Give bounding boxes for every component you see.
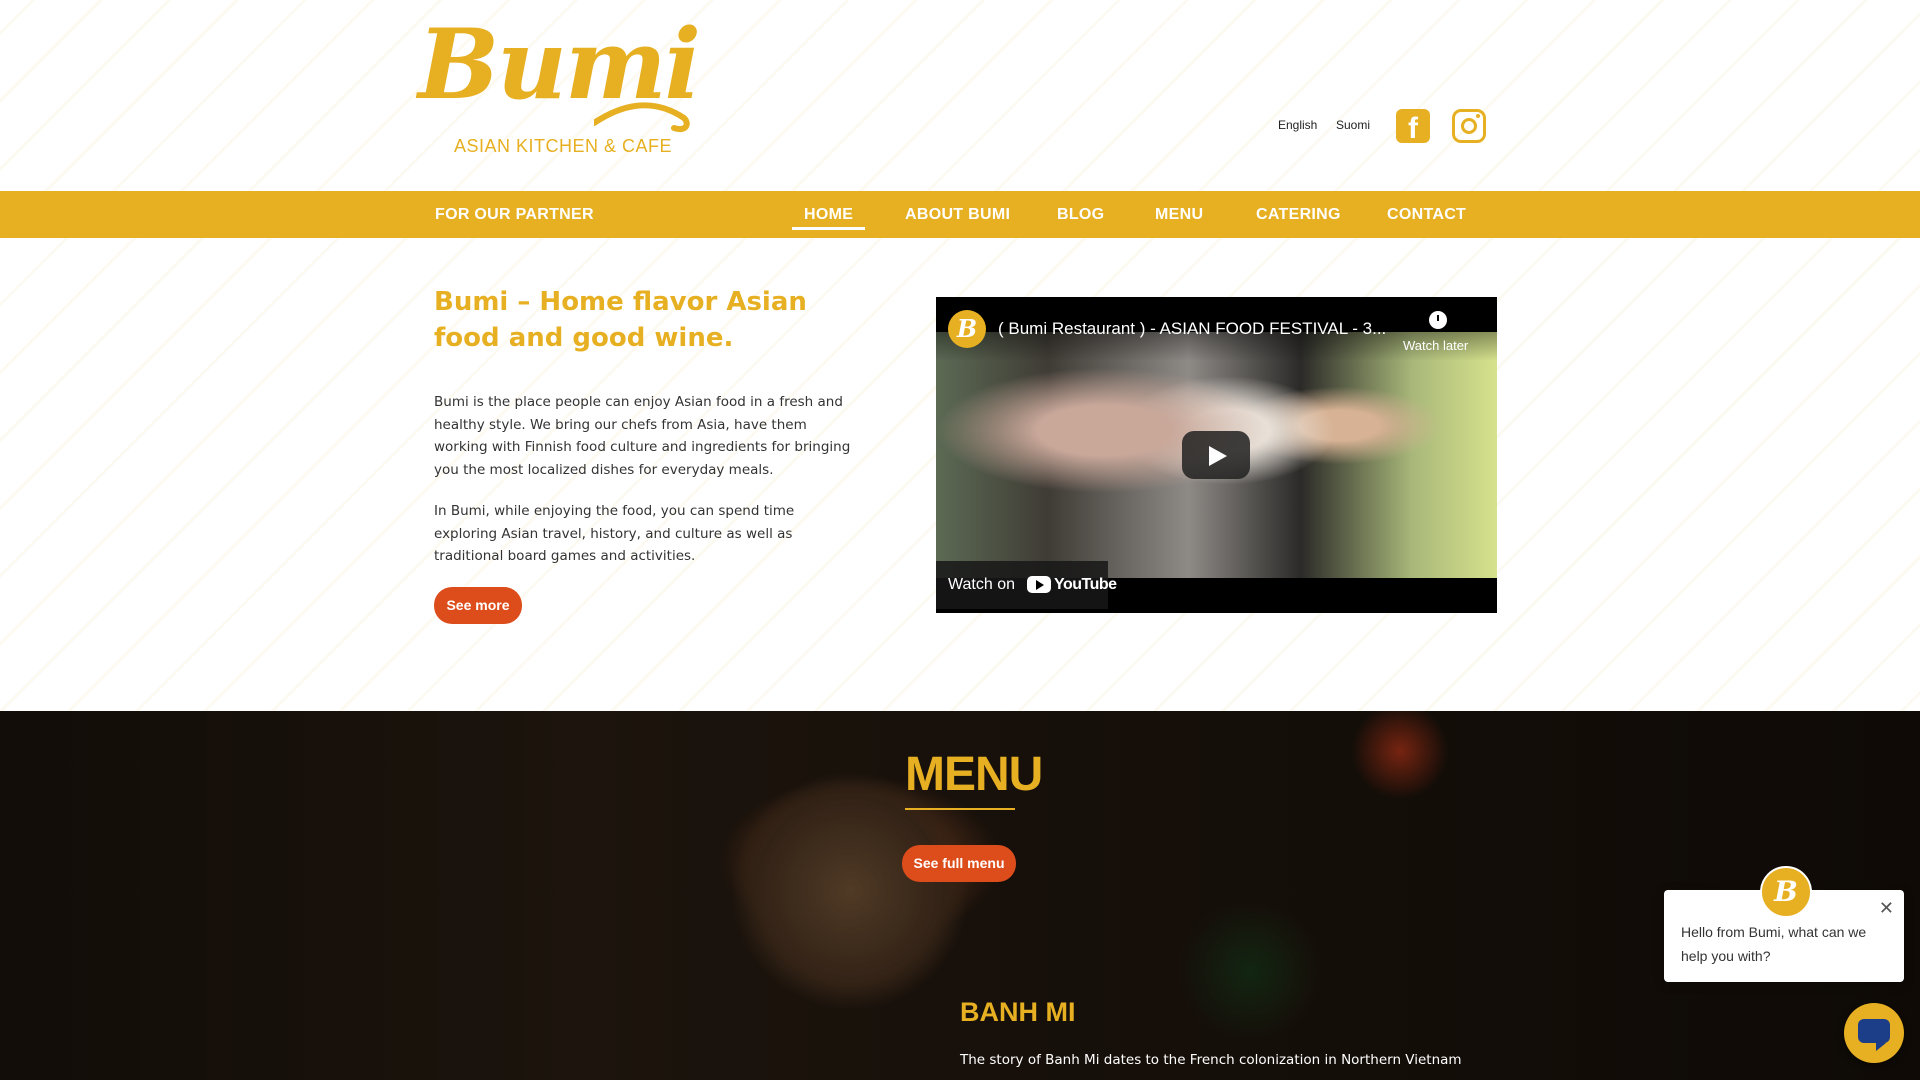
- dish-description: The story of Banh Mi dates to the French…: [960, 1052, 1462, 1068]
- logo-swoosh-icon: [594, 102, 690, 132]
- nav-catering[interactable]: CATERING: [1256, 191, 1341, 238]
- watch-on-label: Watch on: [948, 576, 1015, 593]
- bumi-logo[interactable]: Bumi ASIAN KITCHEN & CAFE: [418, 8, 701, 166]
- main-nav: FOR OUR PARTNER HOME ABOUT BUMI BLOG MEN…: [0, 191, 1920, 238]
- menu-section: MENU See full menu BANH MI The story of …: [0, 711, 1920, 1080]
- nav-for-our-partner[interactable]: FOR OUR PARTNER: [435, 191, 594, 238]
- watch-on-youtube-button[interactable]: Watch on YouTube: [936, 561, 1117, 609]
- language-english[interactable]: English: [1278, 118, 1317, 132]
- see-more-button[interactable]: See more: [434, 587, 522, 624]
- logo-tagline: ASIAN KITCHEN & CAFE: [454, 136, 673, 156]
- menu-heading-underline: [905, 808, 1015, 810]
- nav-contact[interactable]: CONTACT: [1387, 191, 1466, 238]
- watch-later-label[interactable]: Watch later: [1403, 338, 1468, 353]
- chat-avatar: B: [1760, 866, 1812, 918]
- intro-paragraph-2: In Bumi, while enjoying the food, you ca…: [434, 503, 795, 564]
- see-full-menu-button[interactable]: See full menu: [902, 845, 1016, 882]
- intro-paragraph-1: Bumi is the place people can enjoy Asian…: [434, 394, 851, 478]
- nav-about-bumi[interactable]: ABOUT BUMI: [905, 191, 1010, 238]
- nav-blog[interactable]: BLOG: [1057, 191, 1104, 238]
- youtube-wordmark: YouTube: [1054, 576, 1117, 593]
- site-header: Bumi ASIAN KITCHEN & CAFE English Suomi …: [0, 0, 1920, 191]
- chat-launcher-button[interactable]: [1844, 1003, 1904, 1063]
- video-title[interactable]: ( Bumi Restaurant ) - ASIAN FOOD FESTIVA…: [998, 319, 1386, 339]
- clock-icon[interactable]: [1429, 311, 1447, 329]
- youtube-video-embed[interactable]: B ( Bumi Restaurant ) - ASIAN FOOD FESTI…: [936, 297, 1497, 613]
- dish-title: BANH MI: [960, 997, 1076, 1027]
- language-suomi[interactable]: Suomi: [1336, 118, 1370, 132]
- chat-bubble-icon: [1858, 1019, 1890, 1051]
- close-icon[interactable]: ✕: [1879, 898, 1894, 919]
- instagram-icon[interactable]: [1452, 109, 1486, 143]
- chat-message: Hello from Bumi, what can we help you wi…: [1681, 924, 1867, 964]
- channel-avatar[interactable]: B: [948, 310, 986, 348]
- nav-home[interactable]: HOME: [791, 191, 866, 238]
- nav-menu[interactable]: MENU: [1155, 191, 1203, 238]
- menu-heading: MENU: [905, 748, 1043, 801]
- play-button[interactable]: [1182, 431, 1250, 479]
- intro-title: Bumi – Home flavor Asian food and good w…: [434, 287, 807, 353]
- facebook-icon[interactable]: f: [1396, 109, 1430, 145]
- youtube-logo-icon: [1027, 576, 1051, 593]
